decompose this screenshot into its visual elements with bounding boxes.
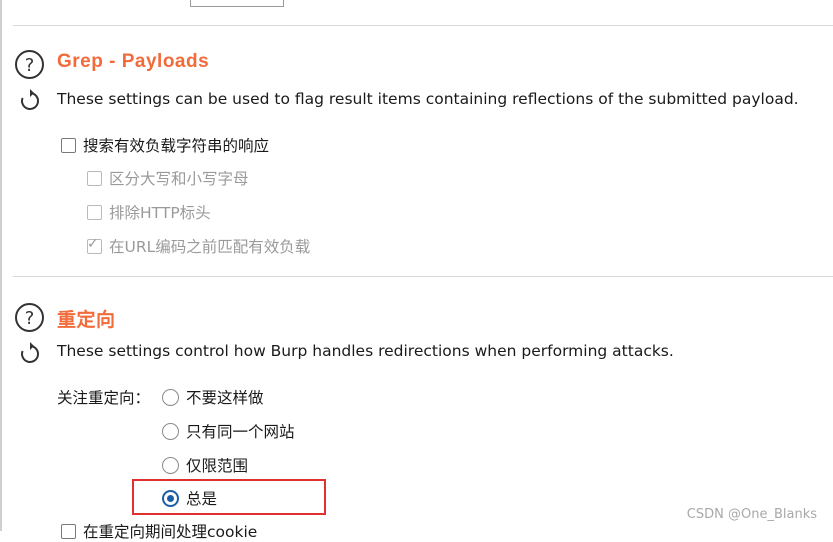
checkbox-exclude-http-headers[interactable]: 排除HTTP标头: [87, 201, 211, 223]
help-icon[interactable]: ?: [14, 49, 45, 80]
section-description: These settings can be used to flag resul…: [57, 90, 799, 108]
checkbox-match-before-url-encoding[interactable]: ✓ 在URL编码之前匹配有效负载: [87, 235, 310, 257]
restore-icon[interactable]: [18, 342, 42, 366]
radio-on-site-only[interactable]: 只有同一个网站: [162, 420, 295, 442]
radio-label: 仅限范围: [186, 457, 249, 475]
checkbox-label: 在URL编码之前匹配有效负载: [109, 238, 311, 256]
radio-button[interactable]: [162, 422, 179, 440]
follow-redirections-label: 关注重定向：: [57, 389, 151, 407]
checkbox-box[interactable]: [87, 170, 102, 186]
section-heading-grep-payloads: Grep - Payloads: [57, 51, 210, 72]
checkbox-label: 搜索有效负载字符串的响应: [83, 137, 270, 155]
checkbox-case-sensitive[interactable]: 区分大写和小写字母: [87, 167, 249, 189]
panel-left-edge: [0, 0, 2, 531]
section-divider: [13, 25, 833, 26]
section-heading-redirections: 重定向: [57, 310, 116, 331]
checkbox-box[interactable]: [61, 137, 76, 153]
section-description: These settings control how Burp handles …: [57, 342, 674, 360]
watermark: CSDN @One_Blanks: [686, 507, 817, 522]
checkbox-label: 在重定向期间处理cookie: [83, 523, 258, 541]
checkbox-box[interactable]: [87, 204, 102, 220]
svg-text:?: ?: [25, 55, 35, 76]
checkbox-process-cookies[interactable]: 在重定向期间处理cookie: [61, 520, 257, 542]
input-field-partial[interactable]: [190, 0, 284, 7]
radio-in-scope-only[interactable]: 仅限范围: [162, 454, 248, 476]
checkbox-box[interactable]: ✓: [87, 235, 102, 254]
checkbox-search-payload[interactable]: 搜索有效负载字符串的响应: [61, 134, 269, 156]
restore-icon[interactable]: [18, 89, 42, 113]
checkbox-label: 排除HTTP标头: [109, 204, 211, 222]
annotation-highlight-box: [132, 479, 326, 515]
radio-label: 只有同一个网站: [186, 423, 295, 441]
help-icon[interactable]: ?: [14, 302, 45, 333]
radio-never[interactable]: 不要这样做: [162, 386, 264, 408]
checkmark-icon: ✓: [87, 235, 99, 252]
section-divider: [13, 276, 833, 277]
radio-button[interactable]: [162, 456, 179, 474]
radio-label: 不要这样做: [186, 389, 264, 407]
svg-text:?: ?: [25, 308, 35, 329]
checkbox-label: 区分大写和小写字母: [109, 170, 249, 188]
checkbox-box[interactable]: [61, 523, 76, 539]
radio-button[interactable]: [162, 388, 179, 406]
